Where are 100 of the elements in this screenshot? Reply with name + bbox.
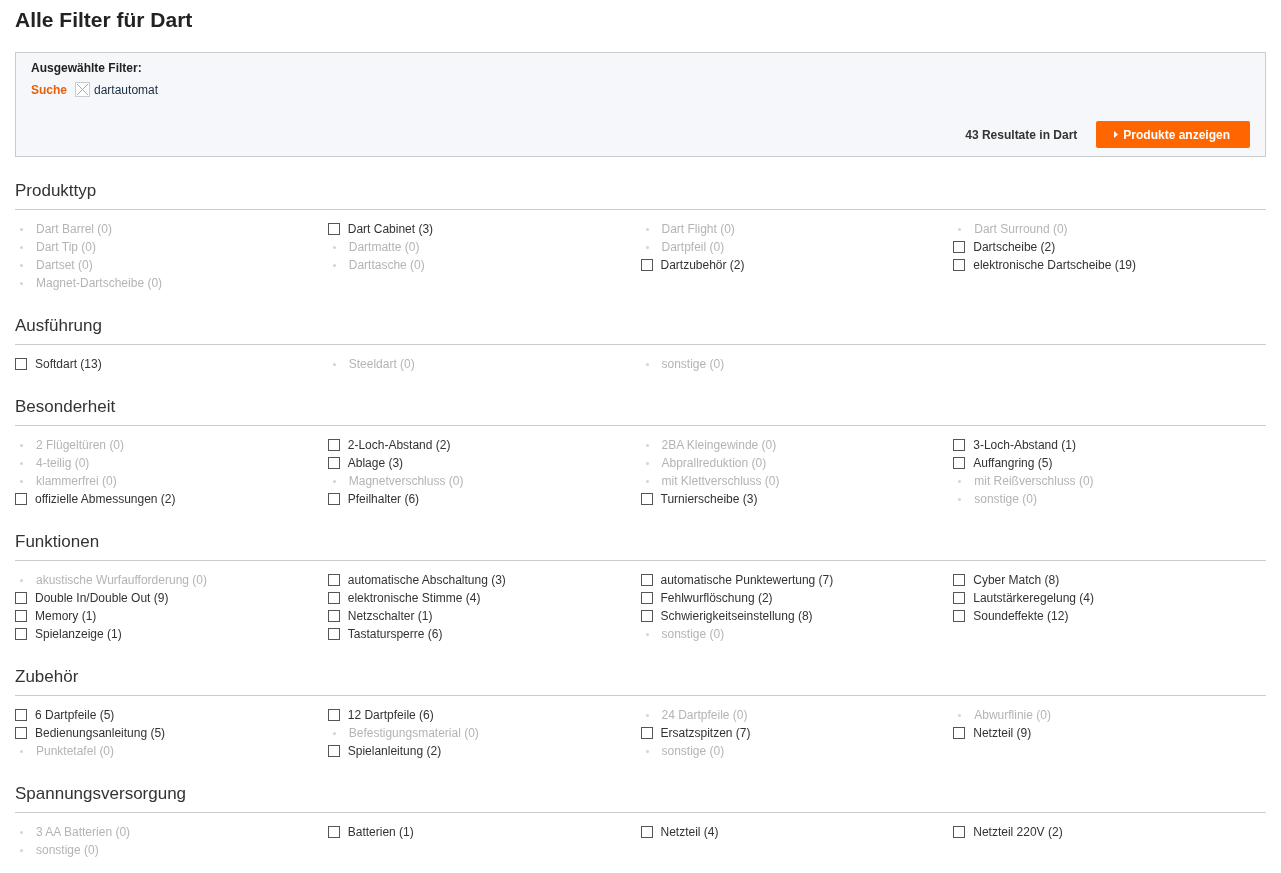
filter-option-label[interactable]: Dart Cabinet (3) (347, 222, 434, 236)
checkbox[interactable] (327, 574, 340, 586)
filter-value: dartautomat (94, 82, 159, 97)
filter-option-label[interactable]: Batterien (1) (347, 825, 414, 839)
filter-group-title: Besonderheit (15, 397, 1266, 426)
filter-option-label[interactable]: elektronische Stimme (4) (347, 591, 481, 605)
filter-option-label[interactable]: Turnierscheibe (3) (660, 492, 758, 506)
filter-option-label: mit Klettverschluss (0) (661, 474, 780, 488)
checkbox[interactable] (15, 610, 27, 622)
checkbox[interactable] (640, 826, 653, 838)
checkbox[interactable] (327, 628, 340, 640)
filter-option-label: Abprallreduktion (0) (661, 456, 767, 470)
filter-option-label: 24 Dartpfeile (0) (661, 708, 748, 722)
filter-option-label[interactable]: elektronische Dartscheibe (19) (973, 258, 1136, 272)
filter-option-label[interactable]: Netzteil (9) (973, 726, 1032, 740)
filter-option-label[interactable]: Spielanzeige (1) (35, 627, 122, 641)
checkbox[interactable] (640, 610, 653, 622)
filter-option-label: Dart Flight (0) (661, 222, 735, 236)
filter-option-label[interactable]: Netzteil 220V (2) (973, 825, 1063, 839)
filter-option-label[interactable]: Memory (1) (35, 609, 97, 623)
checkbox[interactable] (640, 493, 653, 505)
checkbox[interactable] (15, 709, 27, 721)
filter-option-label[interactable]: Auffangring (5) (973, 456, 1053, 470)
checkbox[interactable] (953, 439, 966, 451)
filter-option-label[interactable]: Dartscheibe (2) (973, 240, 1056, 254)
filter-option-label[interactable]: 12 Dartpfeile (6) (347, 708, 434, 722)
filter-option-label: Dart Surround (0) (974, 222, 1068, 236)
filter-option-label: 4-teilig (0) (36, 456, 90, 470)
filter-option-label[interactable]: Lautstärkeregelung (4) (973, 591, 1094, 605)
filter-option-label[interactable]: Schwierigkeitseinstellung (8) (660, 609, 813, 623)
filter-option-label[interactable]: 3-Loch-Abstand (1) (973, 438, 1076, 452)
filter-option-label: akustische Wurfaufforderung (0) (36, 573, 207, 587)
filter-label: Suche (31, 82, 67, 97)
filter-option-label[interactable]: 6 Dartpfeile (5) (35, 708, 115, 722)
checkbox[interactable] (640, 592, 653, 604)
checkbox[interactable] (640, 574, 653, 586)
checkbox[interactable] (327, 745, 340, 757)
filter-option-label: Dartpfeil (0) (661, 240, 725, 254)
page-title: Alle Filter für Dart (15, 7, 194, 33)
filter-option-label[interactable]: Pfeilhalter (6) (347, 492, 420, 506)
filter-option-label: klammerfrei (0) (36, 474, 117, 488)
checkbox[interactable] (953, 826, 966, 838)
filter-option-label: sonstige (0) (661, 744, 725, 758)
checkbox[interactable] (953, 574, 966, 586)
checkbox[interactable] (327, 439, 340, 451)
filter-option-label[interactable]: Ersatzspitzen (7) (660, 726, 751, 740)
filter-option-label[interactable]: Ablage (3) (347, 456, 404, 470)
filter-option-label: Magnet-Dartscheibe (0) (36, 276, 163, 290)
checkbox[interactable] (953, 610, 966, 622)
filter-option-label[interactable]: Double In/Double Out (9) (35, 591, 169, 605)
filter-option-label[interactable]: Netzteil (4) (660, 825, 719, 839)
selected-filters-heading: Ausgewählte Filter: (31, 61, 143, 75)
filter-option-label: Dartset (0) (36, 258, 93, 272)
filter-option-label[interactable]: Netzschalter (1) (347, 609, 433, 623)
checkbox[interactable] (327, 826, 340, 838)
filter-option-label: Dart Barrel (0) (36, 222, 112, 236)
checkbox[interactable] (327, 610, 340, 622)
filter-option-label[interactable]: offizielle Abmessungen (2) (35, 492, 176, 506)
checkbox[interactable] (15, 727, 27, 739)
checkbox[interactable] (953, 457, 966, 469)
filter-option-label[interactable]: 2-Loch-Abstand (2) (347, 438, 451, 452)
filter-option-label: Befestigungsmaterial (0) (348, 726, 479, 740)
checkbox[interactable] (15, 493, 27, 505)
filter-option-label[interactable]: automatische Punktewertung (7) (660, 573, 834, 587)
filter-option-label[interactable]: Spielanleitung (2) (347, 744, 442, 758)
filter-group-title: Zubehör (15, 667, 1266, 696)
filter-group-title: Funktionen (15, 532, 1266, 561)
filter-option-label[interactable]: Softdart (13) (35, 357, 102, 371)
checkbox[interactable] (15, 628, 27, 640)
filter-option-label[interactable]: Fehlwurflöschung (2) (660, 591, 773, 605)
results-count: 43 Resultate in Dart (965, 127, 1078, 142)
checkbox[interactable] (327, 457, 340, 469)
filter-option-label: Dartmatte (0) (348, 240, 420, 254)
filter-option-label[interactable]: Soundeffekte (12) (973, 609, 1069, 623)
filter-option-label: mit Reißverschluss (0) (974, 474, 1094, 488)
checkbox[interactable] (15, 358, 27, 370)
filter-group-title: Ausführung (15, 316, 1266, 345)
filter-option-label: Darttasche (0) (348, 258, 425, 272)
filter-option-label[interactable]: automatische Abschaltung (3) (347, 573, 506, 587)
checkbox[interactable] (640, 727, 653, 739)
filter-option-label: Punktetafel (0) (36, 744, 115, 758)
filter-option-label: sonstige (0) (661, 627, 725, 641)
checkbox[interactable] (953, 259, 966, 271)
filter-option-label[interactable]: Cyber Match (8) (973, 573, 1060, 587)
filter-group-title: Spannungsversorgung (15, 784, 1266, 813)
filter-option-label[interactable]: Bedienungsanleitung (5) (35, 726, 166, 740)
filter-option-label: Abwurflinie (0) (974, 708, 1051, 722)
checkbox[interactable] (953, 241, 966, 253)
checkbox[interactable] (327, 223, 340, 235)
triangle-icon (1114, 131, 1119, 138)
checkbox[interactable] (640, 259, 653, 271)
checkbox[interactable] (953, 727, 966, 739)
filter-option-label[interactable]: Tastatursperre (6) (347, 627, 443, 641)
checkbox[interactable] (327, 709, 340, 721)
checkbox[interactable] (327, 493, 340, 505)
checkbox[interactable] (15, 592, 27, 604)
filter-option-label[interactable]: Dartzubehör (2) (660, 258, 745, 272)
checkbox[interactable] (327, 592, 340, 604)
checkbox[interactable] (953, 592, 966, 604)
filter-option-label: sonstige (0) (36, 843, 99, 857)
